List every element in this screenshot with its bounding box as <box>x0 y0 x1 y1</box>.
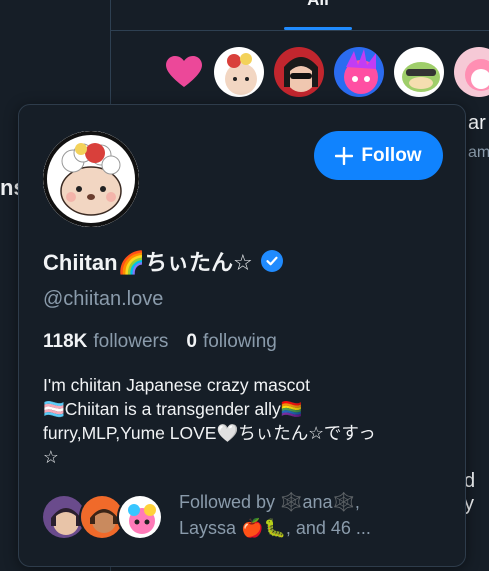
tab-all[interactable]: All <box>284 0 352 10</box>
bio-line: furry,MLP,Yume LOVE🤍ちぃたん☆ですっ <box>43 423 376 443</box>
followers-stat[interactable]: 118K followers <box>43 331 168 353</box>
bio-line: 🏳️‍⚧️Chiitan is a transgender ally🏳️‍🌈 <box>43 399 303 419</box>
profile-handle[interactable]: @chiitan.love <box>43 288 163 311</box>
feed-text-fragment: d y <box>464 470 476 515</box>
display-name-text: Chiitan🌈ちぃたん☆ <box>43 250 253 275</box>
avatar[interactable] <box>392 45 446 99</box>
feed-text-fragment: am <box>468 144 489 161</box>
following-stat[interactable]: 0 following <box>186 331 277 353</box>
following-label: following <box>202 331 277 352</box>
verified-check-icon[interactable] <box>260 250 283 272</box>
avatar[interactable] <box>272 45 326 99</box>
follow-button[interactable]: Follow <box>314 131 443 180</box>
bio-line: ☆ <box>43 447 59 467</box>
known-followers-avatars[interactable] <box>41 494 171 540</box>
avatar[interactable] <box>212 45 266 99</box>
follow-button-label: Follow <box>361 144 422 166</box>
followed-by-text[interactable]: Followed by 🕸️ana🕸️, Layssa 🍎🐛, and 46 .… <box>179 489 439 541</box>
tab-bar-border <box>111 30 489 31</box>
heart-icon[interactable] <box>162 50 206 94</box>
avatar <box>117 494 163 540</box>
profile-avatar[interactable] <box>43 131 139 227</box>
profile-bio: I'm chiitan Japanese crazy mascot 🏳️‍⚧️C… <box>43 373 443 469</box>
followed-by-line: Followed by 🕸️ana🕸️, <box>179 492 360 512</box>
avatar[interactable] <box>332 45 386 99</box>
display-name[interactable]: Chiitan🌈ちぃたん☆ <box>43 245 283 277</box>
feed-text-fragment: ar <box>468 112 486 134</box>
following-count: 0 <box>186 331 197 352</box>
avatar[interactable] <box>452 45 489 99</box>
bio-line: I'm chiitan Japanese crazy mascot <box>43 375 310 395</box>
plus-icon <box>335 146 354 165</box>
followed-by-line: Layssa 🍎🐛, and 46 ... <box>179 518 371 538</box>
followers-count: 118K <box>43 331 88 352</box>
followers-label: followers <box>93 331 169 352</box>
profile-stats: 118K followers 0 following <box>43 331 277 353</box>
profile-hover-card: Follow Chiitan🌈ちぃたん☆ @chiitan.love 118K f… <box>18 104 466 567</box>
suggested-avatars-strip <box>162 44 489 100</box>
